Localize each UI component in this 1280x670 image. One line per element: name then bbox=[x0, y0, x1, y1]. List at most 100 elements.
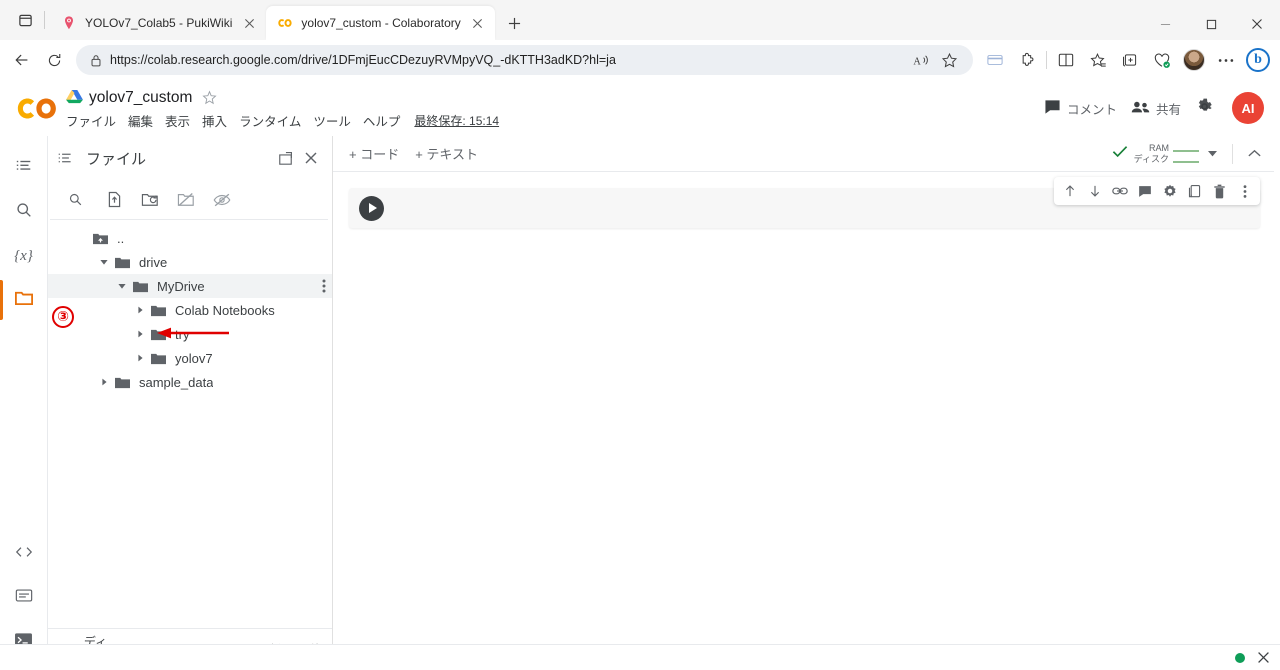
cell-settings-icon[interactable] bbox=[1157, 179, 1182, 203]
colab-menubar: ファイル 編集 表示 挿入 ランタイム ツール ヘルプ 最終保存: 15:14 bbox=[66, 111, 499, 131]
title-row: yolov7_custom bbox=[66, 86, 499, 110]
close-icon[interactable] bbox=[467, 12, 489, 34]
profile-avatar-icon[interactable] bbox=[1178, 44, 1210, 76]
add-comment-icon[interactable] bbox=[1132, 179, 1157, 203]
maximize-icon[interactable] bbox=[1188, 8, 1234, 40]
run-cell-icon[interactable] bbox=[359, 196, 384, 221]
address-bar-url: https://colab.research.google.com/drive/… bbox=[110, 53, 907, 67]
notebook-toolbar: + コード + テキスト RAM ディスク bbox=[333, 136, 1280, 172]
chevron-right-icon[interactable] bbox=[132, 305, 148, 315]
tree-row-parent[interactable]: .. bbox=[48, 226, 332, 250]
tree-row-colab-notebooks[interactable]: Colab Notebooks bbox=[48, 298, 332, 322]
folder-icon bbox=[114, 255, 132, 270]
back-arrow-icon[interactable] bbox=[6, 44, 38, 76]
browser-tab-1[interactable]: yolov7_custom - Colaboratory bbox=[266, 6, 494, 40]
comment-button[interactable]: コメント bbox=[1044, 99, 1117, 118]
window-close-icon[interactable] bbox=[1234, 8, 1280, 40]
move-cell-up-icon[interactable] bbox=[1057, 179, 1082, 203]
move-cell-down-icon[interactable] bbox=[1082, 179, 1107, 203]
tab-list-icon[interactable] bbox=[8, 3, 42, 37]
colab-header: yolov7_custom ファイル 編集 表示 挿入 ランタイム ツール ヘル… bbox=[0, 80, 1280, 136]
link-to-cell-icon[interactable] bbox=[1107, 179, 1132, 203]
minimize-icon[interactable] bbox=[1142, 8, 1188, 40]
upload-file-icon[interactable] bbox=[96, 184, 132, 216]
tree-row-yolov7[interactable]: yolov7 bbox=[48, 346, 332, 370]
visibility-off-icon[interactable] bbox=[204, 184, 240, 216]
chevron-right-icon[interactable] bbox=[132, 353, 148, 363]
chevron-right-icon[interactable] bbox=[96, 377, 112, 387]
search-icon[interactable] bbox=[54, 184, 96, 216]
chevron-up-icon[interactable] bbox=[1245, 148, 1264, 159]
tree-item-label: Colab Notebooks bbox=[175, 303, 275, 318]
close-icon[interactable] bbox=[298, 145, 324, 171]
add-favorite-icon[interactable] bbox=[1082, 44, 1114, 76]
mount-drive-off-icon[interactable] bbox=[168, 184, 204, 216]
more-vertical-icon[interactable] bbox=[1232, 179, 1257, 203]
menu-view[interactable]: 表示 bbox=[165, 111, 190, 130]
close-icon[interactable] bbox=[1257, 651, 1270, 664]
more-horizontal-icon[interactable] bbox=[1210, 44, 1242, 76]
rail-find-replace[interactable] bbox=[0, 190, 48, 234]
collections-icon[interactable] bbox=[1114, 44, 1146, 76]
puzzle-piece-icon[interactable] bbox=[1011, 44, 1043, 76]
files-panel: ファイル bbox=[48, 136, 333, 670]
menu-help[interactable]: ヘルプ bbox=[363, 111, 401, 130]
chevron-down-icon[interactable] bbox=[114, 281, 130, 291]
annotation-arrow-to-try bbox=[155, 325, 231, 341]
rail-command-palette[interactable] bbox=[0, 576, 48, 620]
chevron-down-icon[interactable] bbox=[96, 257, 112, 267]
browser-window: YOLOv7_Colab5 - PukiWiki yolov7_custom -… bbox=[0, 0, 1280, 670]
browser-tab-title: yolov7_custom - Colaboratory bbox=[301, 16, 460, 30]
menu-file[interactable]: ファイル bbox=[66, 111, 116, 130]
wallet-icon[interactable] bbox=[979, 44, 1011, 76]
close-icon[interactable] bbox=[238, 12, 260, 34]
runtime-status[interactable]: RAM ディスク bbox=[1112, 143, 1264, 165]
browser-essentials-icon[interactable] bbox=[1146, 44, 1178, 76]
rail-code-snippets[interactable] bbox=[0, 532, 48, 576]
tree-item-label: yolov7 bbox=[175, 351, 213, 366]
rail-table-of-contents[interactable] bbox=[0, 146, 48, 190]
bing-copilot-icon[interactable]: b bbox=[1242, 44, 1274, 76]
google-drive-icon bbox=[66, 89, 83, 106]
account-avatar[interactable]: AI bbox=[1228, 88, 1268, 128]
rail-variables[interactable]: {x} bbox=[0, 234, 48, 278]
delete-cell-icon[interactable] bbox=[1207, 179, 1232, 203]
more-vertical-icon[interactable] bbox=[322, 278, 326, 294]
add-code-cell-button[interactable]: + コード bbox=[349, 144, 399, 163]
add-text-cell-button[interactable]: + テキスト bbox=[415, 144, 478, 163]
address-bar[interactable]: https://colab.research.google.com/drive/… bbox=[76, 45, 973, 75]
copy-cell-icon[interactable] bbox=[1182, 179, 1207, 203]
folder-up-icon bbox=[92, 231, 110, 246]
tree-item-label: drive bbox=[139, 255, 167, 270]
refresh-folder-icon[interactable] bbox=[132, 184, 168, 216]
folder-icon bbox=[132, 279, 150, 294]
menu-insert[interactable]: 挿入 bbox=[202, 111, 227, 130]
read-aloud-icon[interactable]: A bbox=[907, 46, 935, 74]
colab-co-icon bbox=[277, 15, 293, 31]
last-saved-label[interactable]: 最終保存: 15:14 bbox=[414, 112, 499, 129]
menu-edit[interactable]: 編集 bbox=[128, 111, 153, 130]
rail-files[interactable] bbox=[0, 278, 48, 322]
toolbar-divider bbox=[1232, 144, 1233, 164]
files-panel-title: ファイル bbox=[86, 148, 272, 169]
chevron-down-icon[interactable] bbox=[1205, 149, 1220, 158]
window-controls bbox=[1142, 8, 1280, 40]
tree-row-mydrive[interactable]: MyDrive bbox=[48, 274, 332, 298]
star-outline-icon[interactable] bbox=[935, 46, 963, 74]
settings-button[interactable] bbox=[1195, 97, 1214, 119]
browser-tab-0[interactable]: YOLOv7_Colab5 - PukiWiki bbox=[50, 6, 266, 40]
refresh-icon[interactable] bbox=[38, 44, 70, 76]
new-tab-button[interactable] bbox=[501, 9, 529, 37]
file-tree: .. drive bbox=[48, 220, 332, 628]
tree-row-drive[interactable]: drive bbox=[48, 250, 332, 274]
chevron-right-icon[interactable] bbox=[132, 329, 148, 339]
tree-row-sample-data[interactable]: sample_data bbox=[48, 370, 332, 394]
menu-runtime[interactable]: ランタイム bbox=[239, 111, 301, 130]
share-button[interactable]: 共有 bbox=[1131, 99, 1181, 118]
star-outline-icon[interactable] bbox=[202, 90, 217, 105]
open-in-new-icon[interactable] bbox=[272, 145, 298, 171]
tree-item-label: sample_data bbox=[139, 375, 213, 390]
split-screen-icon[interactable] bbox=[1050, 44, 1082, 76]
colab-co-logo[interactable] bbox=[14, 85, 60, 131]
menu-tools[interactable]: ツール bbox=[313, 111, 351, 130]
